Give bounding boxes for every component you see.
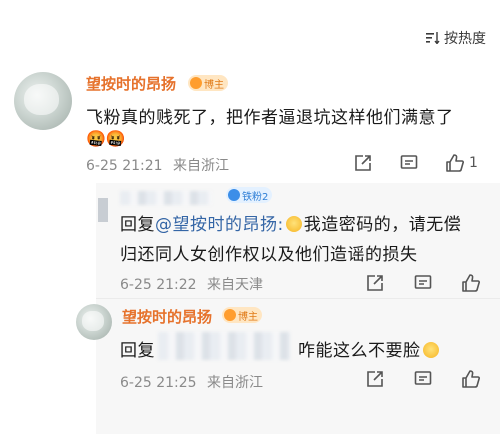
- like-button[interactable]: [444, 152, 466, 174]
- comment-username[interactable]: 望按时的昂扬: [86, 73, 176, 94]
- reply-avatar[interactable]: [76, 304, 112, 340]
- reply-text-content: 咋能这么不要脸: [298, 341, 421, 361]
- badge-label: 博主: [204, 79, 224, 91]
- like-count: 1: [469, 155, 478, 171]
- comment-text: 飞粉真的贱死了，把作者逼退坑这样他们满意了: [86, 108, 454, 128]
- like-icon: [462, 274, 480, 292]
- reply-username[interactable]: 望按时的昂扬: [122, 306, 212, 327]
- blogger-badge: 博主: [222, 307, 262, 323]
- share-button[interactable]: [364, 368, 386, 390]
- redacted-mention: [158, 332, 290, 360]
- mention-link[interactable]: @望按时的昂扬:: [155, 215, 284, 235]
- fan-badge-icon: [228, 189, 240, 201]
- badge-icon: [190, 77, 202, 89]
- comment-icon: [414, 275, 432, 289]
- comment-actions: 1: [352, 152, 478, 174]
- angry-emoji: 🤬🤬: [86, 129, 126, 148]
- avatar[interactable]: [14, 72, 72, 130]
- comment-button[interactable]: [412, 368, 434, 390]
- reply-text-body: 咋能这么不要脸: [298, 336, 441, 361]
- share-button[interactable]: [352, 152, 374, 174]
- share-icon: [355, 155, 371, 171]
- reply-date: 6-25 21:25: [120, 375, 197, 391]
- reply-meta: 6-25 21:22 来自天津: [120, 274, 269, 294]
- badge-icon: [224, 309, 236, 321]
- reply-prefix: 回复: [120, 215, 155, 235]
- reply-meta: 6-25 21:25 来自浙江: [120, 372, 269, 392]
- redacted-username: [120, 191, 212, 205]
- like-icon: [462, 370, 480, 388]
- comment-button[interactable]: [412, 272, 434, 294]
- share-button[interactable]: [364, 272, 386, 294]
- reply-location: 来自浙江: [207, 375, 264, 391]
- comment-icon: [414, 371, 432, 385]
- like-button[interactable]: [460, 272, 482, 294]
- reply-date: 6-25 21:22: [120, 277, 197, 293]
- reply-text: 回复@望按时的昂扬: 我造密码的，请无偿: [120, 210, 461, 235]
- comment-icon: [400, 155, 418, 169]
- like-button[interactable]: [460, 368, 482, 390]
- comment-location: 来自浙江: [173, 158, 230, 174]
- sort-toggle[interactable]: 按热度: [426, 28, 486, 48]
- sort-icon: [426, 32, 440, 44]
- fan-badge: 铁粉2: [226, 187, 273, 203]
- share-icon: [367, 275, 383, 291]
- sort-label: 按热度: [444, 31, 486, 47]
- share-icon: [367, 371, 383, 387]
- badge-label: 博主: [238, 311, 258, 323]
- fan-badge-label: 铁粉2: [242, 191, 269, 203]
- reply-divider: [96, 298, 500, 299]
- reply-actions: [364, 368, 482, 390]
- reply-text-line1: 我造密码的，请无偿: [303, 215, 462, 235]
- reply-location: 来自天津: [207, 277, 264, 293]
- reply-actions: [364, 272, 482, 294]
- comment-button[interactable]: [398, 152, 420, 174]
- smile-emoji: [285, 216, 302, 232]
- comment-meta: 6-25 21:21 来自浙江: [86, 155, 235, 175]
- comment-date: 6-25 21:21: [86, 158, 163, 174]
- redacted-avatar: [98, 198, 108, 222]
- like-icon: [446, 154, 464, 172]
- reply-text: 回复: [120, 341, 155, 361]
- reply-text-continued: 归还同人女创作权以及他们造谣的损失: [120, 245, 418, 265]
- blogger-badge: 博主: [188, 75, 228, 91]
- smile-emoji: [422, 342, 439, 358]
